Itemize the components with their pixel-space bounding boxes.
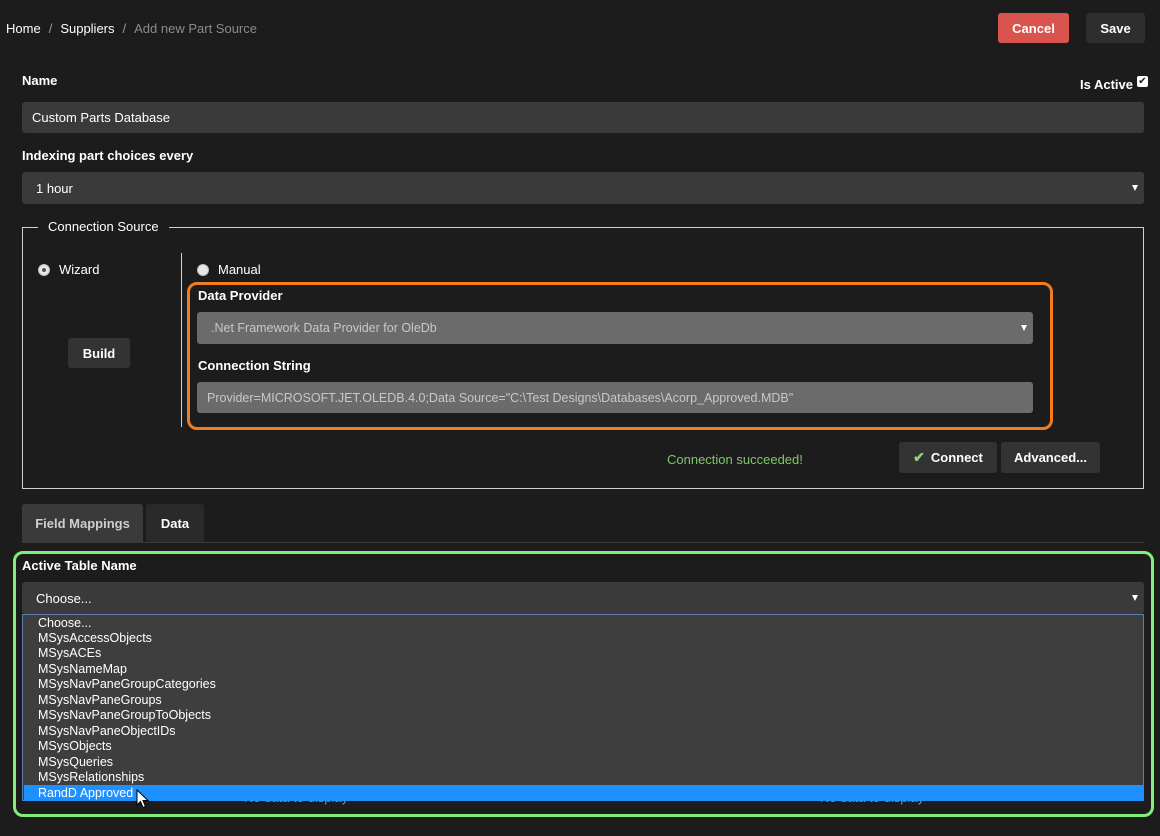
active-table-options: Choose... MSysAccessObjects MSysACEs MSy… <box>22 614 1144 801</box>
breadcrumb-separator: / <box>122 21 127 36</box>
dropdown-option[interactable]: MSysNameMap <box>38 661 127 677</box>
is-active-label: Is Active <box>1080 77 1133 92</box>
advanced-button[interactable]: Advanced... <box>1001 442 1100 473</box>
breadcrumb-separator: / <box>48 21 53 36</box>
wizard-radio[interactable] <box>38 263 50 276</box>
name-input[interactable]: Custom Parts Database <box>22 102 1144 133</box>
connection-string-label: Connection String <box>198 358 311 373</box>
name-label: Name <box>22 73 58 88</box>
tab-field-mappings[interactable]: Field Mappings <box>22 504 143 542</box>
is-active-toggle[interactable]: Is Active ✔ <box>1080 76 1148 92</box>
connection-source-legend: Connection Source <box>38 219 169 234</box>
selected-option-highlight <box>24 785 1144 801</box>
manual-label: Manual <box>218 262 261 277</box>
connection-status: Connection succeeded! <box>667 452 803 467</box>
indexing-label: Indexing part choices every <box>22 148 194 163</box>
dropdown-option-selected[interactable]: RandD Approved <box>38 785 133 801</box>
dropdown-option[interactable]: MSysAccessObjects <box>38 630 152 646</box>
breadcrumb: Home / Suppliers / Add new Part Source <box>6 21 257 36</box>
manual-radio[interactable] <box>197 263 209 276</box>
indexing-select-value: 1 hour <box>36 180 73 196</box>
part-source-page: Home / Suppliers / Add new Part Source C… <box>0 0 1160 836</box>
active-table-label: Active Table Name <box>22 558 137 573</box>
data-provider-value: .Net Framework Data Provider for OleDb <box>211 321 437 335</box>
data-provider-label: Data Provider <box>198 288 283 303</box>
cancel-button[interactable]: Cancel <box>998 13 1069 43</box>
indexing-select[interactable]: 1 hour <box>22 172 1144 204</box>
dropdown-option[interactable]: MSysACEs <box>38 645 101 661</box>
build-button[interactable]: Build <box>68 338 130 368</box>
chevron-down-icon <box>1021 325 1027 331</box>
manual-radio-option[interactable]: Manual <box>197 262 261 277</box>
dropdown-option[interactable]: MSysNavPaneGroupCategories <box>38 676 216 692</box>
connection-string-value: Provider=MICROSOFT.JET.OLEDB.4.0;Data So… <box>207 390 794 405</box>
active-table-select[interactable]: Choose... <box>22 582 1144 614</box>
is-active-checkbox[interactable]: ✔ <box>1137 76 1148 87</box>
dropdown-option[interactable]: MSysNavPaneGroupToObjects <box>38 707 211 723</box>
breadcrumb-suppliers[interactable]: Suppliers <box>60 21 114 36</box>
connect-button[interactable]: ✔ Connect <box>899 442 997 473</box>
active-table-value: Choose... <box>36 590 92 606</box>
check-icon: ✔ <box>913 449 925 465</box>
breadcrumb-home[interactable]: Home <box>6 21 41 36</box>
connection-string-input[interactable]: Provider=MICROSOFT.JET.OLEDB.4.0;Data So… <box>197 382 1033 413</box>
dropdown-option[interactable]: MSysNavPaneObjectIDs <box>38 723 176 739</box>
data-provider-select[interactable]: .Net Framework Data Provider for OleDb <box>197 312 1033 344</box>
dropdown-option[interactable]: Choose... <box>38 615 92 631</box>
name-input-value: Custom Parts Database <box>32 110 171 125</box>
dropdown-option[interactable]: MSysObjects <box>38 738 112 754</box>
dropdown-option[interactable]: MSysRelationships <box>38 769 144 785</box>
save-button[interactable]: Save <box>1086 13 1145 43</box>
dropdown-option[interactable]: MSysNavPaneGroups <box>38 692 162 708</box>
tab-data[interactable]: Data <box>146 504 204 542</box>
chevron-down-icon <box>1132 595 1138 601</box>
mouse-pointer-icon <box>136 789 150 809</box>
wizard-label: Wizard <box>59 262 100 277</box>
tab-divider <box>22 542 1144 543</box>
chevron-down-icon <box>1132 185 1138 191</box>
dropdown-option[interactable]: MSysQueries <box>38 754 113 770</box>
connect-label: Connect <box>930 450 983 465</box>
breadcrumb-current: Add new Part Source <box>134 21 257 36</box>
wizard-radio-option[interactable]: Wizard <box>38 262 99 277</box>
connection-divider <box>181 253 182 427</box>
